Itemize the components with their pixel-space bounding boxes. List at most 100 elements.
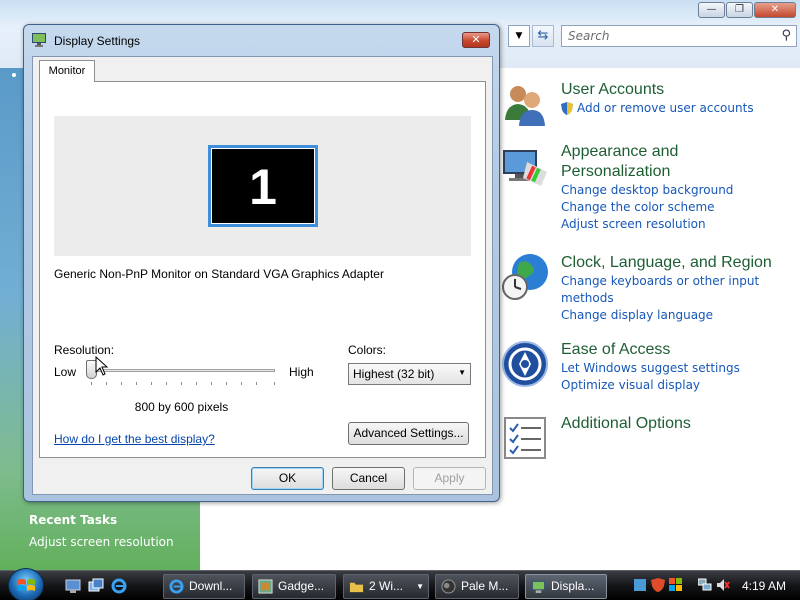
sidebar-bullet [12, 73, 16, 77]
users-icon [505, 86, 545, 126]
slider-tick [106, 382, 107, 385]
slider-tick [136, 382, 137, 385]
resolution-slider-track[interactable] [92, 369, 275, 372]
checklist-icon [504, 417, 546, 459]
slider-tick [166, 382, 167, 385]
taskbar-button-label: Pale M... [461, 579, 509, 593]
internet-explorer-icon [169, 579, 184, 594]
folder-icon [349, 582, 364, 593]
category-clock-language-region: Clock, Language, and Region Change keybo… [502, 253, 772, 324]
tray-app-icon[interactable] [633, 578, 647, 592]
resolution-value: 800 by 600 pixels [134, 400, 229, 414]
category-appearance: Appearance and Personalization Change de… [503, 142, 733, 233]
display-settings-icon [531, 580, 546, 594]
slider-tick [256, 382, 257, 385]
dialog-body: Monitor 1 Generic Non-PnP Monitor on Sta… [32, 56, 493, 495]
taskbar-button-display-settings[interactable]: Displa... [525, 574, 607, 599]
cancel-button[interactable]: Cancel [332, 467, 405, 490]
category-title[interactable]: Clock, Language, and Region [561, 253, 772, 273]
slider-tick [151, 382, 152, 385]
recent-task-link[interactable]: Adjust screen resolution [29, 535, 174, 549]
shield-icon [561, 102, 573, 115]
category-user-accounts: User Accounts Add or remove user account… [505, 80, 754, 126]
monitor-1[interactable]: 1 [208, 145, 318, 227]
display-settings-icon [32, 33, 46, 47]
slider-tick [211, 382, 212, 385]
colors-label: Colors: [348, 343, 387, 357]
taskbar-button-windows-explorer-group[interactable]: 2 Wi... ▼ [343, 574, 429, 599]
category-title[interactable]: User Accounts [561, 80, 754, 100]
address-dropdown-button[interactable]: ▼ [508, 25, 530, 47]
category-link[interactable]: Change display language [561, 307, 772, 324]
dialog-close-button[interactable]: ✕ [462, 32, 490, 48]
search-icon[interactable]: ⚲ [781, 28, 791, 43]
refresh-button[interactable]: ⇆ [532, 25, 554, 47]
search-placeholder: Search [568, 29, 610, 43]
chevron-down-icon: ▼ [416, 582, 424, 591]
category-link[interactable]: Let Windows suggest settings [561, 360, 740, 377]
category-title-line2[interactable]: Personalization [561, 162, 733, 182]
appearance-icon [503, 150, 547, 186]
search-input[interactable]: Search ⚲ [561, 25, 797, 47]
start-button[interactable] [8, 568, 44, 600]
security-shield-icon[interactable] [651, 578, 665, 592]
slider-tick [226, 382, 227, 385]
minimize-button[interactable]: — [698, 2, 725, 18]
taskbar-button-label: Gadge... [278, 579, 325, 593]
taskbar-button-label: Displa... [551, 579, 595, 593]
maximize-button[interactable]: ❐ [726, 2, 753, 18]
system-clock[interactable]: 4:19 AM [742, 579, 786, 593]
category-title[interactable]: Appearance and [561, 142, 733, 162]
category-link[interactable]: Change the color scheme [561, 199, 733, 216]
taskbar-button-pale-moon[interactable]: Pale M... [435, 574, 519, 599]
apply-button[interactable]: Apply [413, 467, 486, 490]
slider-tick [121, 382, 122, 385]
category-link[interactable]: Change keyboards or other input [561, 273, 772, 290]
category-link[interactable]: Add or remove user accounts [561, 100, 754, 117]
tab-monitor[interactable]: Monitor [39, 60, 95, 82]
category-link-label: Add or remove user accounts [577, 101, 754, 115]
windows-logo-icon [18, 579, 35, 591]
advanced-settings-button[interactable]: Advanced Settings... [348, 422, 469, 445]
taskbar-button-gadgets[interactable]: Gadge... [252, 574, 336, 599]
category-title[interactable]: Ease of Access [561, 340, 740, 360]
window-controls: — ❐ ✕ [698, 2, 796, 18]
slider-tick [274, 382, 275, 385]
volume-muted-icon[interactable] [716, 578, 730, 592]
show-desktop-icon[interactable] [65, 578, 81, 594]
colors-select[interactable]: Highest (32 bit) ▼ [348, 363, 471, 385]
monitor-number: 1 [211, 148, 315, 224]
resolution-high-label: High [289, 365, 314, 379]
dialog-title: Display Settings [54, 34, 141, 48]
slider-tick [181, 382, 182, 385]
windows-update-icon[interactable] [669, 578, 683, 592]
taskbar: Downl... Gadge... 2 Wi... ▼ Pale M... Di… [0, 568, 800, 600]
globe-clock-icon [502, 254, 548, 300]
category-link[interactable]: Adjust screen resolution [561, 216, 733, 233]
chevron-down-icon: ▼ [458, 368, 466, 377]
pale-moon-icon [441, 579, 456, 594]
mouse-cursor-icon [95, 356, 109, 376]
category-link[interactable]: methods [561, 290, 772, 307]
monitor-tab-panel: 1 Generic Non-PnP Monitor on Standard VG… [39, 81, 486, 458]
display-settings-dialog: Display Settings ✕ Monitor 1 Generic Non… [23, 24, 500, 502]
taskbar-button-label: 2 Wi... [369, 579, 404, 593]
resolution-low-label: Low [54, 365, 77, 379]
monitor-arrangement-area: 1 [54, 116, 471, 256]
gadgets-icon [258, 579, 273, 594]
slider-tick [196, 382, 197, 385]
network-icon[interactable] [698, 578, 712, 592]
category-link[interactable]: Change desktop background [561, 182, 733, 199]
close-button[interactable]: ✕ [754, 2, 796, 18]
ease-of-access-icon [502, 341, 548, 387]
help-link[interactable]: How do I get the best display? [54, 432, 215, 446]
taskbar-button-label: Downl... [189, 579, 233, 593]
category-link[interactable]: Optimize visual display [561, 377, 740, 394]
monitor-description: Generic Non-PnP Monitor on Standard VGA … [54, 267, 384, 281]
internet-explorer-icon[interactable] [111, 578, 127, 594]
switch-windows-icon[interactable] [88, 578, 104, 594]
slider-tick [91, 382, 92, 385]
ok-button[interactable]: OK [251, 467, 324, 490]
category-title[interactable]: Additional Options [561, 414, 691, 434]
taskbar-button-downloads[interactable]: Downl... [163, 574, 245, 599]
